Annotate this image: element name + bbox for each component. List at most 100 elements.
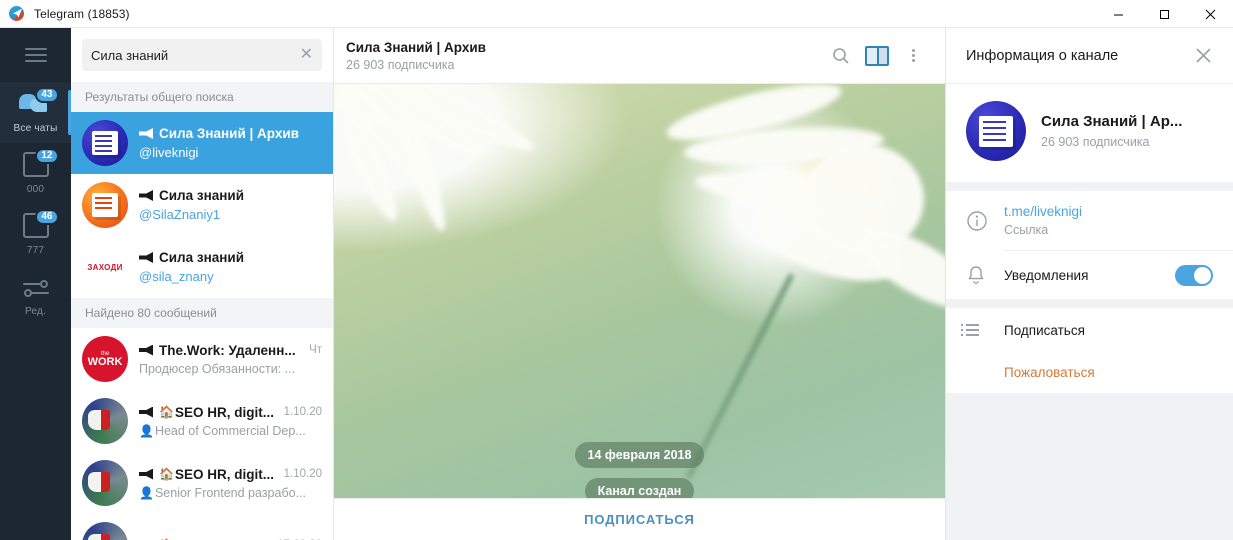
- result-username: @liveknigi: [139, 145, 199, 160]
- result-username: @SilaZnaniy1: [139, 207, 221, 222]
- person-emoji-icon: 👤: [139, 423, 154, 438]
- message-preview-row: 👤Senior Frontend разрабо...: [139, 486, 322, 500]
- search-bar: ✕: [71, 28, 333, 82]
- megaphone-icon: [139, 252, 153, 263]
- search-box[interactable]: ✕: [82, 39, 322, 71]
- folder-icon: 46: [19, 208, 59, 242]
- channel-subscribers: 26 903 подписчика: [1041, 135, 1150, 149]
- message-preview: Head of Commercial Dep...: [154, 423, 306, 438]
- message-date: Чт: [309, 344, 322, 356]
- megaphone-icon: [139, 406, 153, 418]
- message-result-row[interactable]: 🏠 SEO HR, digit... 1.10.20 👤Senior Front…: [71, 452, 333, 514]
- message-title: SEO HR, digit...: [174, 404, 274, 420]
- message-preview: Senior Frontend разрабо...: [154, 485, 306, 500]
- house-emoji-icon: 🏠: [159, 405, 174, 419]
- subscribe-row[interactable]: Подписаться: [946, 308, 1233, 352]
- toggle-info-panel-icon[interactable]: [859, 38, 895, 74]
- rail-label-all-chats: Все чаты: [13, 122, 58, 134]
- chat-title: Сила Знаний | Архив: [346, 39, 486, 55]
- folders-rail: 43 Все чаты 12 000 46 777 Ред.: [0, 28, 71, 540]
- search-clear-icon[interactable]: ✕: [296, 47, 313, 63]
- notifications-row[interactable]: Уведомления: [946, 251, 1233, 299]
- info-actions-block: Подписаться Пожаловаться: [946, 308, 1233, 393]
- result-name: Сила знаний: [159, 188, 245, 203]
- info-details-block: t.me/liveknigi Ссылка Уведомления: [946, 191, 1233, 299]
- avatar: [82, 398, 128, 444]
- chat-subscribers: 26 903 подписчика: [346, 57, 455, 72]
- hamburger-menu-icon[interactable]: [0, 28, 71, 82]
- notifications-toggle[interactable]: [1175, 264, 1213, 286]
- result-username: @sila_znany: [139, 269, 214, 284]
- search-result-row[interactable]: Сила знаний @SilaZnaniy1: [71, 174, 333, 236]
- avatar: [82, 182, 128, 228]
- rail-label-000: 000: [26, 183, 45, 195]
- result-name: Сила Знаний | Архив: [159, 126, 299, 141]
- megaphone-icon: [139, 344, 153, 356]
- chat-header: Сила Знаний | Архив 26 903 подписчика: [334, 28, 945, 84]
- megaphone-icon: [139, 190, 153, 201]
- close-icon[interactable]: [1187, 0, 1233, 28]
- rail-item-edit[interactable]: Ред.: [0, 265, 71, 326]
- chat-footer: ПОДПИСАТЬСЯ: [334, 498, 945, 540]
- avatar: [966, 101, 1026, 161]
- avatar: the WORK: [82, 336, 128, 382]
- subscribe-button[interactable]: ПОДПИСАТЬСЯ: [584, 512, 695, 527]
- chat-pane: Сила Знаний | Архив 26 903 подписчика 14…: [334, 28, 945, 540]
- avatar: ЗАХОДИ: [82, 244, 128, 290]
- window-controls: [1095, 0, 1233, 28]
- folder-icon: 12: [19, 147, 59, 181]
- sliders-edit-icon: [19, 275, 53, 303]
- messages-results-header: Найдено 80 сообщений: [71, 298, 333, 328]
- report-button[interactable]: Пожаловаться: [946, 352, 1233, 393]
- result-name: Сила знаний: [159, 250, 245, 265]
- person-emoji-icon: 👤: [139, 485, 154, 500]
- channel-link-row[interactable]: t.me/liveknigi Ссылка: [946, 191, 1233, 250]
- telegram-logo-icon: [9, 5, 25, 22]
- list-icon: [961, 321, 1004, 339]
- channel-link[interactable]: t.me/liveknigi: [1004, 204, 1213, 219]
- rail-label-edit: Ред.: [25, 305, 46, 317]
- message-result-row[interactable]: the WORK The.Work: Удаленн... Чт Продюсер…: [71, 328, 333, 390]
- bell-icon: [966, 264, 1004, 286]
- telegram-window: Telegram (18853) 43 Все чаты 12 000 46 7…: [0, 0, 1233, 540]
- search-input[interactable]: [91, 47, 296, 63]
- info-circle-icon: [966, 210, 1004, 232]
- chats-bubbles-icon: 43: [18, 86, 59, 120]
- channel-name: Сила Знаний | Ар...: [1041, 113, 1183, 130]
- search-column: ✕ Результаты общего поиска Сила Знаний |…: [71, 28, 334, 540]
- avatar: [82, 120, 128, 166]
- megaphone-icon: [139, 128, 153, 139]
- message-title: SEO HR, digit...: [174, 466, 274, 482]
- result-name-row: Сила Знаний | Архив: [139, 126, 322, 141]
- more-options-icon[interactable]: [895, 38, 931, 74]
- result-name-row: Сила знаний: [139, 188, 322, 203]
- message-preview: Продюсер Обязанности: ...: [139, 361, 296, 376]
- channel-info-panel: Информация о канале Сила Знаний | Ар... …: [945, 28, 1233, 540]
- message-date: 1.10.20: [283, 406, 322, 418]
- minimize-icon[interactable]: [1095, 0, 1141, 28]
- message-result-row[interactable]: 🏠 SEO HR, digi 17.09.20: [71, 514, 333, 540]
- avatar: [82, 460, 128, 506]
- rail-label-777: 777: [26, 244, 45, 256]
- close-icon[interactable]: [1185, 38, 1221, 74]
- info-panel-header: Информация о канале: [946, 28, 1233, 84]
- rail-item-777[interactable]: 46 777: [0, 204, 71, 265]
- house-emoji-icon: 🏠: [159, 467, 174, 481]
- search-result-row[interactable]: Сила Знаний | Архив @liveknigi: [71, 112, 333, 174]
- result-name-row: Сила знаний: [139, 250, 322, 265]
- message-result-row[interactable]: 🏠 SEO HR, digit... 1.10.20 👤Head of Comm…: [71, 390, 333, 452]
- title-bar: Telegram (18853): [0, 0, 1233, 28]
- badge-000: 12: [35, 147, 59, 164]
- info-panel-title: Информация о канале: [966, 47, 1119, 64]
- search-icon[interactable]: [823, 38, 859, 74]
- maximize-icon[interactable]: [1141, 0, 1187, 28]
- window-title: Telegram (18853): [34, 6, 130, 21]
- rail-item-000[interactable]: 12 000: [0, 143, 71, 204]
- channel-link-caption: Ссылка: [1004, 223, 1049, 237]
- search-result-row[interactable]: ЗАХОДИ Сила знаний @sila_znany: [71, 236, 333, 298]
- subscribe-label: Подписаться: [1004, 322, 1085, 338]
- rail-item-all-chats[interactable]: 43 Все чаты: [0, 82, 71, 143]
- message-list: 14 февраля 2018 Канал создан: [334, 84, 945, 526]
- badge-all-chats: 43: [35, 86, 59, 103]
- megaphone-icon: [139, 468, 153, 480]
